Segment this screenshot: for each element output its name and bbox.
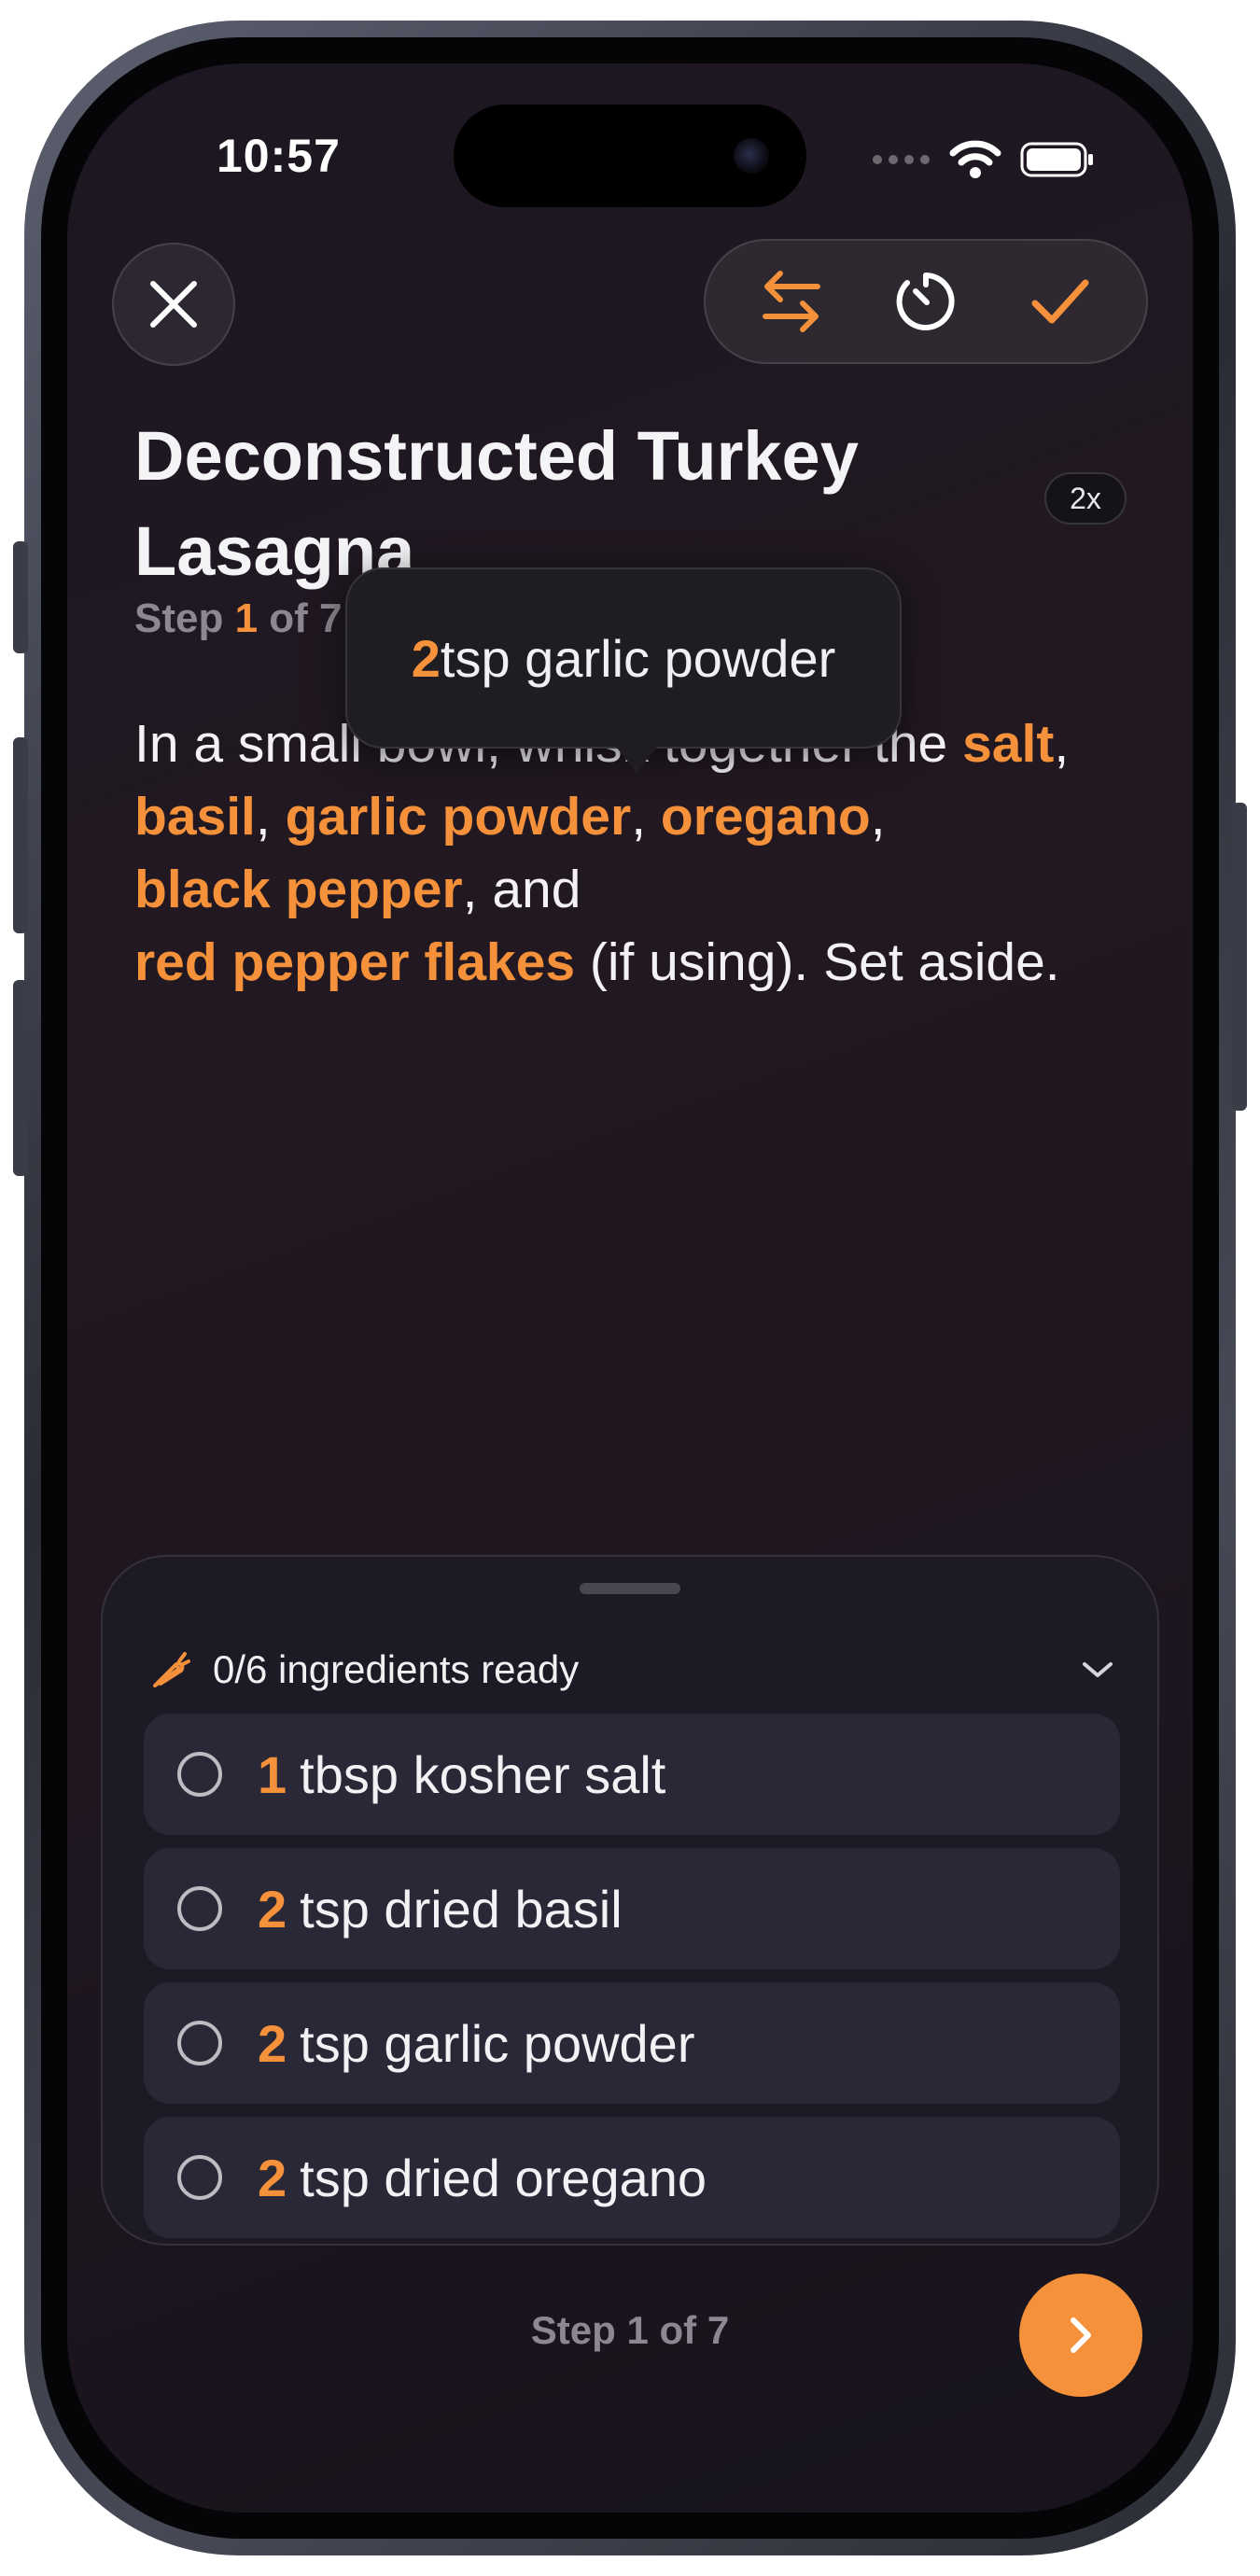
battery-icon [1020,142,1093,177]
ingredient-link-basil[interactable]: basil [134,787,256,847]
ingredient-qty: 2 [258,2013,287,2073]
signal-dots-icon [873,155,930,164]
tooltip-quantity: 2 [411,628,441,688]
ingredients-ready-count: 0/6 ingredients ready [213,1647,580,1691]
ingredient-qty: 2 [258,2148,287,2207]
ingredients-sheet: 0/6 ingredients ready 1 tbsp kosher salt … [101,1555,1159,2246]
ingredient-link-black-pepper[interactable]: black pepper [134,860,463,919]
instruction-text: , [631,787,661,847]
ingredient-link-salt[interactable]: salt [962,714,1054,774]
volume-down-button [13,980,28,1176]
step-indicator: Step 1 of 7 [134,595,343,642]
status-time: 10:57 [217,130,341,182]
recipe-toolbar [704,239,1148,364]
instruction-text: , and [462,860,581,919]
ingredient-name: tsp dried basil [300,1879,623,1939]
step-of: of [258,595,320,641]
instruction-text: , [255,787,286,847]
instruction-text: , [1054,714,1070,774]
ingredient-link-garlic-powder[interactable]: garlic powder [286,787,632,847]
ingredient-row[interactable]: 2 tsp garlic powder [144,1982,1120,2104]
checkmark-icon [1031,279,1089,324]
ingredient-checkbox[interactable] [177,1886,222,1931]
app-screen: 10:57 Deconstructed Turkey Lasagna 2x St… [67,63,1193,2513]
ingredient-checkbox[interactable] [177,2021,222,2065]
volume-up-button [13,737,28,933]
action-button [13,541,28,653]
tooltip-text: tsp garlic powder [440,628,836,688]
ingredients-header[interactable]: 0/6 ingredients ready [149,1637,1114,1702]
carrot-icon [153,1652,190,1687]
ingredient-qty: 2 [258,1879,287,1939]
power-button [1232,803,1247,1111]
instruction-text: (if using). Set aside. [575,932,1060,992]
sheet-grabber[interactable] [580,1583,680,1594]
serving-multiplier-badge[interactable]: 2x [1044,472,1127,525]
ingredient-row[interactable]: 2 tsp dried basil [144,1848,1120,1969]
ingredient-label: 2 tsp dried oregano [258,2148,707,2208]
ingredient-name: tsp garlic powder [300,2013,695,2073]
ingredient-name: tbsp kosher salt [300,1744,666,1804]
complete-button[interactable] [1014,255,1107,348]
ingredients-list: 1 tbsp kosher salt 2 tsp dried basil 2 tsp … [144,1714,1120,2244]
ingredient-label: 2 tsp garlic powder [258,2013,694,2074]
wifi-icon [949,140,1001,178]
timer-button[interactable] [879,255,973,348]
step-prefix: Step [134,595,235,641]
timer-icon [896,273,955,330]
ingredient-checkbox[interactable] [177,2155,222,2200]
swap-button[interactable] [745,255,838,348]
ingredient-row[interactable]: 1 tbsp kosher salt [144,1714,1120,1835]
close-button[interactable] [112,243,235,366]
dynamic-island [454,105,806,207]
ingredient-checkbox[interactable] [177,1752,222,1797]
ingredient-name: tsp dried oregano [300,2148,707,2207]
next-step-button[interactable] [1019,2274,1142,2397]
ingredient-link-oregano[interactable]: oregano [661,787,871,847]
ingredient-label: 1 tbsp kosher salt [258,1744,665,1805]
step-total: 7 [319,595,343,641]
ingredient-row[interactable]: 2 tsp dried oregano [144,2117,1120,2238]
chevron-down-icon [1083,1662,1113,1677]
ingredient-qty: 1 [258,1744,287,1804]
status-icons [873,136,1095,183]
ingredient-label: 2 tsp dried basil [258,1879,623,1939]
step-current: 1 [234,595,259,641]
camera-icon [734,138,769,174]
chevron-right-icon [1071,2317,1091,2353]
tooltip-pointer [616,747,657,773]
swap-arrows-icon [763,271,820,332]
ingredient-tooltip: 2 tsp garlic powder [345,567,902,749]
ingredient-link-red-pepper-flakes[interactable]: red pepper flakes [134,932,575,992]
instruction-text: , [870,787,886,847]
close-icon [150,281,197,328]
